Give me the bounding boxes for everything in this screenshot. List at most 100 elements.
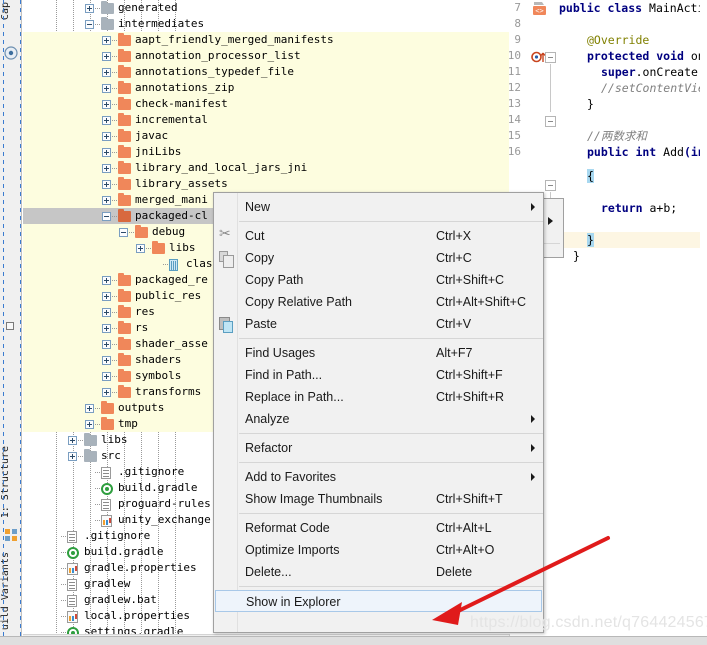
tree-row-label: build.gradle bbox=[118, 481, 198, 494]
tree-row[interactable]: javac bbox=[23, 128, 509, 144]
menu-item-new[interactable]: New bbox=[239, 196, 543, 218]
tree-row[interactable]: annotations_zip bbox=[23, 80, 509, 96]
tree-expand-icon[interactable] bbox=[136, 244, 145, 253]
tree-row[interactable]: aapt_friendly_merged_manifests bbox=[23, 32, 509, 48]
tree-expand-icon[interactable] bbox=[102, 116, 111, 125]
tree-expand-icon[interactable] bbox=[68, 436, 77, 445]
tree-guide-connector bbox=[112, 136, 117, 137]
code-line: protected void onCr bbox=[587, 48, 707, 64]
tree-row[interactable]: library_and_local_jars_jni bbox=[23, 160, 509, 176]
tree-row[interactable]: jniLibs bbox=[23, 144, 509, 160]
tree-expand-icon[interactable] bbox=[102, 84, 111, 93]
menu-item-shortcut: Ctrl+Shift+C bbox=[436, 273, 505, 287]
menu-item-copy-relative-path[interactable]: Copy Relative Path Ctrl+Alt+Shift+C bbox=[239, 291, 543, 313]
tree-expand-icon[interactable] bbox=[102, 148, 111, 157]
menu-item-find-usages[interactable]: Find Usages Alt+F7 bbox=[239, 342, 543, 364]
tree-expand-icon[interactable] bbox=[102, 68, 111, 77]
text-file-icon bbox=[67, 594, 80, 607]
menu-item-add-to-favorites[interactable]: Add to Favorites bbox=[239, 466, 543, 488]
menu-item-label: Replace in Path... bbox=[245, 390, 344, 404]
menu-item-shortcut: Ctrl+Shift+F bbox=[436, 368, 503, 382]
code-token: //setContentView bbox=[601, 81, 707, 95]
menu-separator bbox=[239, 513, 543, 514]
tree-row[interactable]: annotation_processor_list bbox=[23, 48, 509, 64]
gradle-file-icon bbox=[67, 546, 80, 559]
tree-expand-icon[interactable] bbox=[102, 356, 111, 365]
tree-expand-icon[interactable] bbox=[102, 180, 111, 189]
tree-row[interactable]: check-manifest bbox=[23, 96, 509, 112]
structure-icon[interactable] bbox=[4, 528, 18, 542]
menu-item-reformat-code[interactable]: Reformat Code Ctrl+Alt+L bbox=[239, 517, 543, 539]
tree-guide-connector bbox=[61, 632, 66, 633]
menu-item-cut[interactable]: Cut Ctrl+X bbox=[239, 225, 543, 247]
class-file-icon bbox=[169, 258, 182, 271]
properties-file-icon bbox=[67, 562, 80, 575]
menu-separator bbox=[239, 221, 543, 222]
menu-item-copy-path[interactable]: Copy Path Ctrl+Shift+C bbox=[239, 269, 543, 291]
tree-guide-connector bbox=[112, 40, 117, 41]
folder-icon-selected bbox=[118, 209, 131, 222]
tree-expand-icon[interactable] bbox=[102, 196, 111, 205]
tree-collapse-icon[interactable] bbox=[119, 228, 128, 237]
tree-expand-icon[interactable] bbox=[102, 372, 111, 381]
text-file-icon bbox=[67, 578, 80, 591]
tree-guide-connector bbox=[95, 8, 100, 9]
tree-guide-connector bbox=[112, 184, 117, 185]
menu-item-optimize-imports[interactable]: Optimize Imports Ctrl+Alt+O bbox=[239, 539, 543, 561]
editor-marker-bar[interactable] bbox=[700, 0, 707, 634]
line-number: 16 bbox=[509, 145, 521, 158]
class-marker-icon[interactable]: <> bbox=[531, 1, 548, 16]
tree-expand-icon[interactable] bbox=[102, 100, 111, 109]
hide-tool-window-button[interactable] bbox=[6, 322, 14, 330]
tree-guide-connector bbox=[95, 472, 100, 473]
menu-item-label: Cut bbox=[245, 229, 265, 243]
menu-item-find-in-path[interactable]: Find in Path... Ctrl+Shift+F bbox=[239, 364, 543, 386]
menu-item-label: Show in Explorer bbox=[246, 595, 341, 609]
tree-expand-icon[interactable] bbox=[68, 452, 77, 461]
tree-guide-connector bbox=[112, 104, 117, 105]
menu-item-label: Copy Path bbox=[245, 273, 304, 287]
tree-expand-icon[interactable] bbox=[102, 52, 111, 61]
tree-expand-icon[interactable] bbox=[102, 324, 111, 333]
tree-guide-connector bbox=[95, 24, 100, 25]
folder-icon bbox=[101, 401, 114, 414]
text-file-icon bbox=[101, 498, 114, 511]
tree-expand-icon[interactable] bbox=[102, 308, 111, 317]
editor-code-area[interactable]: public class MainActivi@Overrideprotecte… bbox=[555, 0, 707, 634]
tree-expand-icon[interactable] bbox=[102, 388, 111, 397]
tree-collapse-icon[interactable] bbox=[85, 20, 94, 29]
menu-item-delete[interactable]: Delete... Delete bbox=[239, 561, 543, 583]
menu-item-analyze[interactable]: Analyze bbox=[239, 408, 543, 430]
tree-expand-icon[interactable] bbox=[102, 292, 111, 301]
folder-icon bbox=[118, 33, 131, 46]
tree-collapse-icon[interactable] bbox=[102, 212, 111, 221]
folder-icon bbox=[118, 273, 131, 286]
line-number: 13 bbox=[509, 97, 521, 110]
menu-item-paste[interactable]: Paste Ctrl+V bbox=[239, 313, 543, 335]
tree-expand-icon[interactable] bbox=[102, 276, 111, 285]
tree-row[interactable]: incremental bbox=[23, 112, 509, 128]
folder-icon bbox=[118, 81, 131, 94]
menu-item-shortcut: Delete bbox=[436, 565, 473, 579]
copy-icon bbox=[219, 251, 234, 268]
menu-item-copy[interactable]: Copy Ctrl+C bbox=[239, 247, 543, 269]
tree-expand-icon[interactable] bbox=[85, 4, 94, 13]
tree-row[interactable]: annotations_typedef_file bbox=[23, 64, 509, 80]
tree-expand-icon[interactable] bbox=[85, 404, 94, 413]
tree-expand-icon[interactable] bbox=[102, 340, 111, 349]
menu-item-refactor[interactable]: Refactor bbox=[239, 437, 543, 459]
tree-row[interactable]: library_assets bbox=[23, 176, 509, 192]
capture-icon[interactable] bbox=[4, 46, 18, 60]
tree-expand-icon[interactable] bbox=[85, 420, 94, 429]
tree-row[interactable]: generated bbox=[23, 0, 509, 16]
tree-expand-icon[interactable] bbox=[102, 164, 111, 173]
tree-expand-icon[interactable] bbox=[102, 36, 111, 45]
tree-row[interactable]: intermediates bbox=[23, 16, 509, 32]
menu-item-show-in-explorer[interactable]: Show in Explorer bbox=[215, 590, 542, 612]
context-menu[interactable]: New Cut Ctrl+X Copy Ctrl+C Copy Path Ctrl+Shif… bbox=[213, 192, 544, 633]
tree-expand-icon[interactable] bbox=[102, 132, 111, 141]
code-line: @Override bbox=[587, 32, 649, 48]
menu-item-replace-in-path[interactable]: Replace in Path... Ctrl+Shift+R bbox=[239, 386, 543, 408]
menu-item-show-image-thumbnails[interactable]: Show Image Thumbnails Ctrl+Shift+T bbox=[239, 488, 543, 510]
tree-guide-connector bbox=[78, 440, 83, 441]
